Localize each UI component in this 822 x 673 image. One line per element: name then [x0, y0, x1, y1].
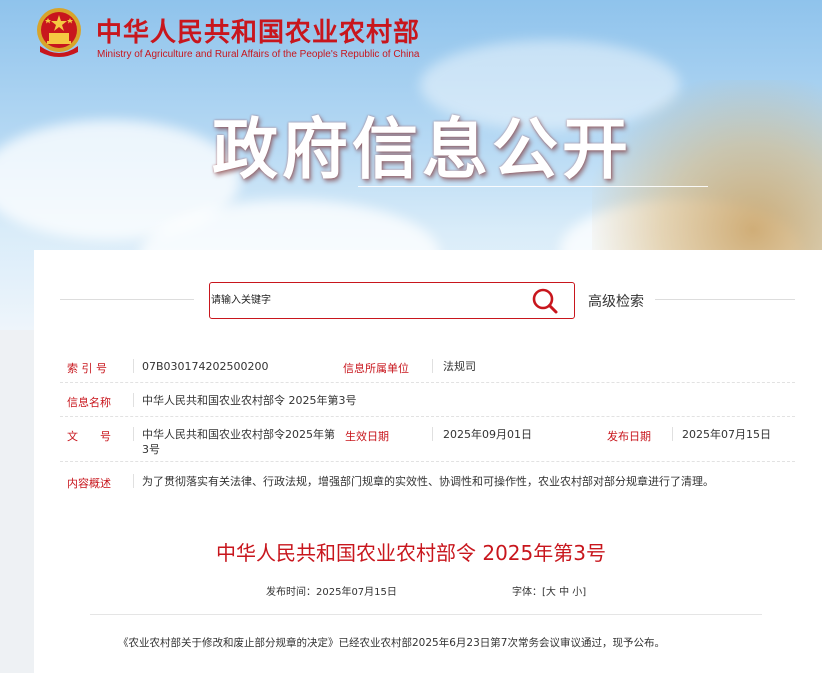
- divider: [133, 427, 134, 441]
- national-emblem-icon[interactable]: [34, 6, 84, 62]
- font-large-button[interactable]: 大: [546, 587, 556, 598]
- site-name-en[interactable]: Ministry of Agriculture and Rural Affair…: [97, 49, 419, 60]
- divider: [133, 474, 134, 488]
- document-body: 《农业农村部关于修改和废止部分规章的决定》已经农业农村部2025年6月23日第7…: [118, 637, 665, 649]
- dept-value: 法规司: [443, 360, 476, 373]
- divider: [133, 359, 134, 373]
- divider: [655, 299, 795, 300]
- effective-date-value: 2025年09月01日: [443, 428, 532, 441]
- search-input[interactable]: [210, 283, 510, 318]
- divider: [432, 359, 433, 373]
- table-row: 内容概述 为了贯彻落实有关法律、行政法规，增强部门规章的实效性、协调性和可操作性…: [60, 462, 795, 496]
- publish-date-label: 发布日期: [607, 430, 651, 443]
- summary-value: 为了贯彻落实有关法律、行政法规，增强部门规章的实效性、协调性和可操作性，农业农村…: [142, 475, 714, 488]
- metadata-table: 索 引 号 07B030174202500200 信息所属单位 法规司 信息名称…: [60, 350, 795, 496]
- name-value: 中华人民共和国农业农村部令 2025年第3号: [142, 394, 357, 407]
- summary-label: 内容概述: [67, 477, 111, 490]
- banner-title: 政府信息公开: [212, 111, 632, 188]
- bracket: ]: [582, 587, 587, 598]
- publish-time-value: 2025年07月15日: [316, 587, 397, 598]
- index-value: 07B030174202500200: [142, 360, 269, 373]
- effective-date-label: 生效日期: [345, 430, 389, 443]
- index-label: 索 引 号: [67, 362, 107, 375]
- publish-date-value: 2025年07月15日: [682, 428, 771, 441]
- document-title: 中华人民共和国农业农村部令 2025年第3号: [216, 541, 606, 565]
- table-row: 索 引 号 07B030174202500200 信息所属单位 法规司: [60, 350, 795, 383]
- search-icon[interactable]: [530, 287, 560, 315]
- advanced-search-link[interactable]: 高级检索: [588, 291, 644, 311]
- dept-label: 信息所属单位: [343, 362, 409, 375]
- banner-divider: [358, 186, 708, 187]
- font-small-button[interactable]: 小: [572, 587, 582, 598]
- docno-value: 3号: [142, 443, 160, 456]
- divider: [432, 427, 433, 441]
- font-medium-button[interactable]: 中: [559, 587, 569, 598]
- docno-label: 文 号: [67, 430, 111, 443]
- name-label: 信息名称: [67, 396, 111, 409]
- font-size-label: 字体：: [512, 587, 542, 598]
- divider: [90, 614, 762, 615]
- table-row: 文 号 中华人民共和国农业农村部令2025年第 3号 生效日期 2025年09月…: [60, 417, 795, 462]
- site-name-cn[interactable]: 中华人民共和国农业农村部: [96, 12, 420, 49]
- font-size-selector: 字体：[大 中 小]: [512, 583, 586, 598]
- divider: [133, 393, 134, 407]
- publish-time-label: 发布时间：: [266, 587, 316, 598]
- divider: [672, 427, 673, 441]
- publish-time: 发布时间：2025年07月15日: [266, 583, 397, 598]
- search-box: [209, 282, 575, 319]
- docno-value: 中华人民共和国农业农村部令2025年第: [142, 428, 335, 441]
- divider: [60, 299, 194, 300]
- table-row: 信息名称 中华人民共和国农业农村部令 2025年第3号: [60, 383, 795, 417]
